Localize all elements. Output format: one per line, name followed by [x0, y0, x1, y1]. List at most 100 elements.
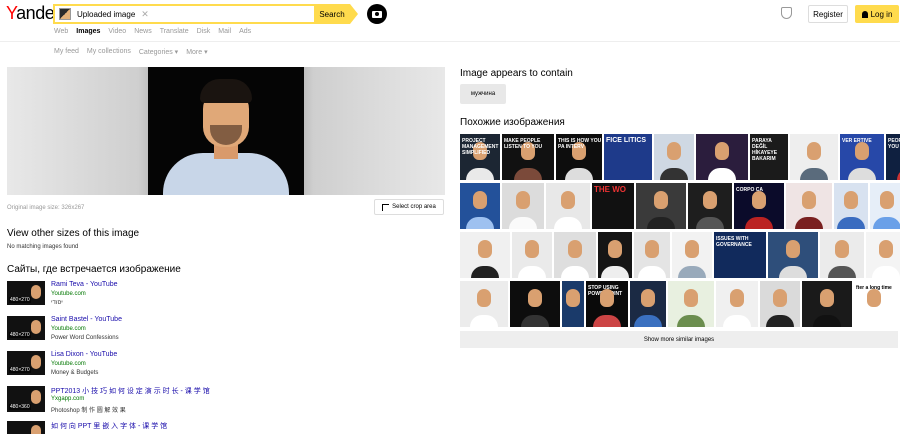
similar-thumbnail[interactable]: PROJECT MANAGEMENT SIMPLIFIED — [460, 134, 500, 180]
subtab-more[interactable]: More ▾ — [186, 48, 207, 56]
similar-thumbnail[interactable] — [802, 281, 852, 327]
site-thumbnail[interactable]: 480×270 — [7, 281, 45, 305]
tab-video[interactable]: Video — [108, 28, 126, 35]
similar-thumbnail[interactable] — [768, 232, 818, 278]
crop-area-button[interactable]: Select crop area — [374, 199, 444, 215]
similar-thumbnail[interactable]: FICE LITICS — [604, 134, 652, 180]
tab-ads[interactable]: Ads — [239, 28, 251, 35]
tab-translate[interactable]: Translate — [160, 28, 189, 35]
site-thumbnail[interactable] — [7, 421, 45, 434]
similar-thumbnail[interactable] — [460, 183, 500, 229]
original-size: Original image size: 326x267 — [7, 205, 85, 211]
similar-thumbnail[interactable] — [688, 183, 732, 229]
similar-thumbnail[interactable] — [630, 281, 666, 327]
site-thumbnail[interactable]: 480×360 — [7, 386, 45, 412]
login-button[interactable]: Log in — [855, 5, 899, 23]
similar-thumbnail[interactable] — [760, 281, 800, 327]
similar-thumbnail[interactable] — [654, 134, 694, 180]
uploaded-image-thumbnail — [59, 8, 71, 20]
similar-thumbnail[interactable] — [634, 232, 670, 278]
similar-thumbnail[interactable]: MAKE PEOPLE LISTEN TO YOU — [502, 134, 554, 180]
site-description: Power Word Confessions — [51, 335, 119, 341]
image-subtabs: My feed My collections Categories ▾ More… — [54, 48, 208, 56]
service-tabs: Web Images Video News Translate Disk Mai… — [54, 28, 251, 35]
similar-thumbnail[interactable]: ISSUES WITH GOVERNANCE — [714, 232, 766, 278]
subtab-my-collections[interactable]: My collections — [87, 48, 131, 56]
similar-row: PROJECT MANAGEMENT SIMPLIFIED MAKE PEOPL… — [460, 134, 900, 180]
similar-thumbnail[interactable] — [790, 134, 838, 180]
site-url[interactable]: Yxgapp.com — [51, 396, 84, 402]
site-url[interactable]: Youtube.com — [51, 361, 86, 367]
register-button[interactable]: Register — [808, 5, 848, 23]
site-result: 480×270 Rami Teva - YouTube Youtube.com … — [7, 281, 307, 313]
similar-thumbnail[interactable] — [460, 232, 510, 278]
similar-thumbnail[interactable] — [696, 134, 748, 180]
similar-thumbnail[interactable]: THIS IS HOW YOU PA INTERV — [556, 134, 602, 180]
show-more-button[interactable]: Show more similar images — [460, 331, 898, 348]
search-button[interactable]: Search — [314, 4, 358, 24]
similar-thumbnail[interactable]: PARAYA DEĞİL HİKAYEYE BAKARIM — [750, 134, 788, 180]
tab-images[interactable]: Images — [76, 28, 100, 35]
similar-thumbnail[interactable] — [866, 232, 900, 278]
tab-news[interactable]: News — [134, 28, 152, 35]
similar-thumbnail[interactable] — [562, 281, 584, 327]
similar-thumbnail[interactable]: fter a long time — [854, 281, 894, 327]
site-title-link[interactable]: Lisa Dixon - YouTube — [51, 351, 117, 358]
clear-icon[interactable]: ✕ — [141, 9, 149, 20]
site-title-link[interactable]: Saint Bastel - YouTube — [51, 316, 122, 323]
similar-thumbnail[interactable]: PEOPLE LISTEN TO YOU — [886, 134, 900, 180]
similar-row: STOP USING POWERPOINT fter a long time — [460, 281, 898, 327]
site-description: יסודי — [51, 300, 63, 306]
tab-web[interactable]: Web — [54, 28, 68, 35]
subtab-categories[interactable]: Categories ▾ — [139, 48, 178, 56]
similar-thumbnail[interactable] — [546, 183, 590, 229]
site-url[interactable]: Youtube.com — [51, 326, 86, 332]
similar-thumbnail[interactable] — [834, 183, 868, 229]
similar-thumbnail[interactable] — [502, 183, 544, 229]
similar-thumbnail[interactable] — [668, 281, 714, 327]
tab-disk[interactable]: Disk — [197, 28, 211, 35]
camera-icon[interactable] — [367, 4, 387, 24]
site-result: 480×270 Saint Bastel - YouTube Youtube.c… — [7, 316, 307, 348]
query-image[interactable] — [7, 67, 445, 195]
shield-icon[interactable] — [781, 7, 792, 19]
search-input[interactable]: Uploaded image ✕ — [53, 4, 315, 24]
similar-thumbnail[interactable] — [460, 281, 508, 327]
site-result: 480×270 Lisa Dixon - YouTube Youtube.com… — [7, 351, 307, 383]
subtab-my-feed[interactable]: My feed — [54, 48, 79, 56]
similar-thumbnail[interactable]: STOP USING POWERPOINT — [586, 281, 628, 327]
similar-thumbnail[interactable] — [636, 183, 686, 229]
similar-thumbnail[interactable]: CORPO CA — [734, 183, 784, 229]
crop-icon — [382, 203, 390, 211]
contains-title: Image appears to contain — [460, 68, 573, 79]
no-matching-text: No matching images found — [7, 244, 79, 250]
content-tag[interactable]: мужчина — [460, 84, 506, 104]
site-description: Photoshop 制 作 圆 解 效 果 — [51, 408, 126, 414]
similar-row: THE WO CORPO CA — [460, 183, 900, 229]
search-input-value: Uploaded image — [77, 9, 136, 19]
similar-thumbnail[interactable]: THE WO — [592, 183, 634, 229]
similar-thumbnail[interactable] — [716, 281, 758, 327]
similar-thumbnail[interactable]: VER ERTIVE — [840, 134, 884, 180]
similar-thumbnail[interactable] — [510, 281, 560, 327]
other-sizes-title: View other sizes of this image — [7, 228, 140, 239]
similar-thumbnail[interactable] — [554, 232, 596, 278]
similar-thumbnail[interactable] — [786, 183, 832, 229]
site-url[interactable]: Youtube.com — [51, 291, 86, 297]
user-icon — [861, 10, 868, 18]
site-result: 如 何 向 PPT 里 嵌 入 字 体 - 课 学 馆 — [7, 421, 307, 434]
tab-mail[interactable]: Mail — [218, 28, 231, 35]
sites-title: Сайты, где встречается изображение — [7, 264, 181, 275]
similar-title: Похожие изображения — [460, 117, 565, 128]
similar-thumbnail[interactable] — [820, 232, 864, 278]
similar-thumbnail[interactable] — [672, 232, 712, 278]
site-title-link[interactable]: 如 何 向 PPT 里 嵌 入 字 体 - 课 学 馆 — [51, 421, 167, 431]
similar-thumbnail[interactable] — [598, 232, 632, 278]
site-thumbnail[interactable]: 480×270 — [7, 351, 45, 375]
site-title-link[interactable]: Rami Teva - YouTube — [51, 281, 118, 288]
similar-thumbnail[interactable] — [870, 183, 900, 229]
site-thumbnail[interactable]: 480×270 — [7, 316, 45, 340]
site-title-link[interactable]: PPT2013 小 技 巧 如 何 设 定 演 示 时 长 - 课 学 馆 — [51, 386, 210, 396]
site-result: 480×360 PPT2013 小 技 巧 如 何 设 定 演 示 时 长 - … — [7, 386, 307, 418]
similar-thumbnail[interactable] — [512, 232, 552, 278]
